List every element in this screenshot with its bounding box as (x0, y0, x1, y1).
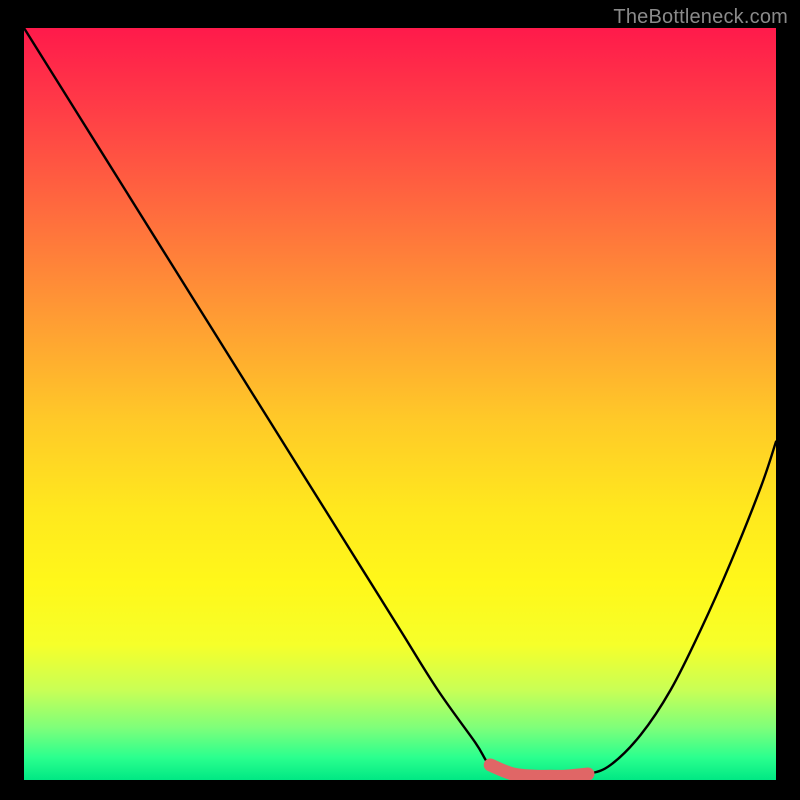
bottleneck-curve (24, 28, 776, 776)
chart-frame: TheBottleneck.com (0, 0, 800, 800)
plot-area (24, 28, 776, 780)
curve-overlay (24, 28, 776, 780)
watermark: TheBottleneck.com (613, 6, 788, 29)
optimal-range-highlight (490, 765, 588, 776)
